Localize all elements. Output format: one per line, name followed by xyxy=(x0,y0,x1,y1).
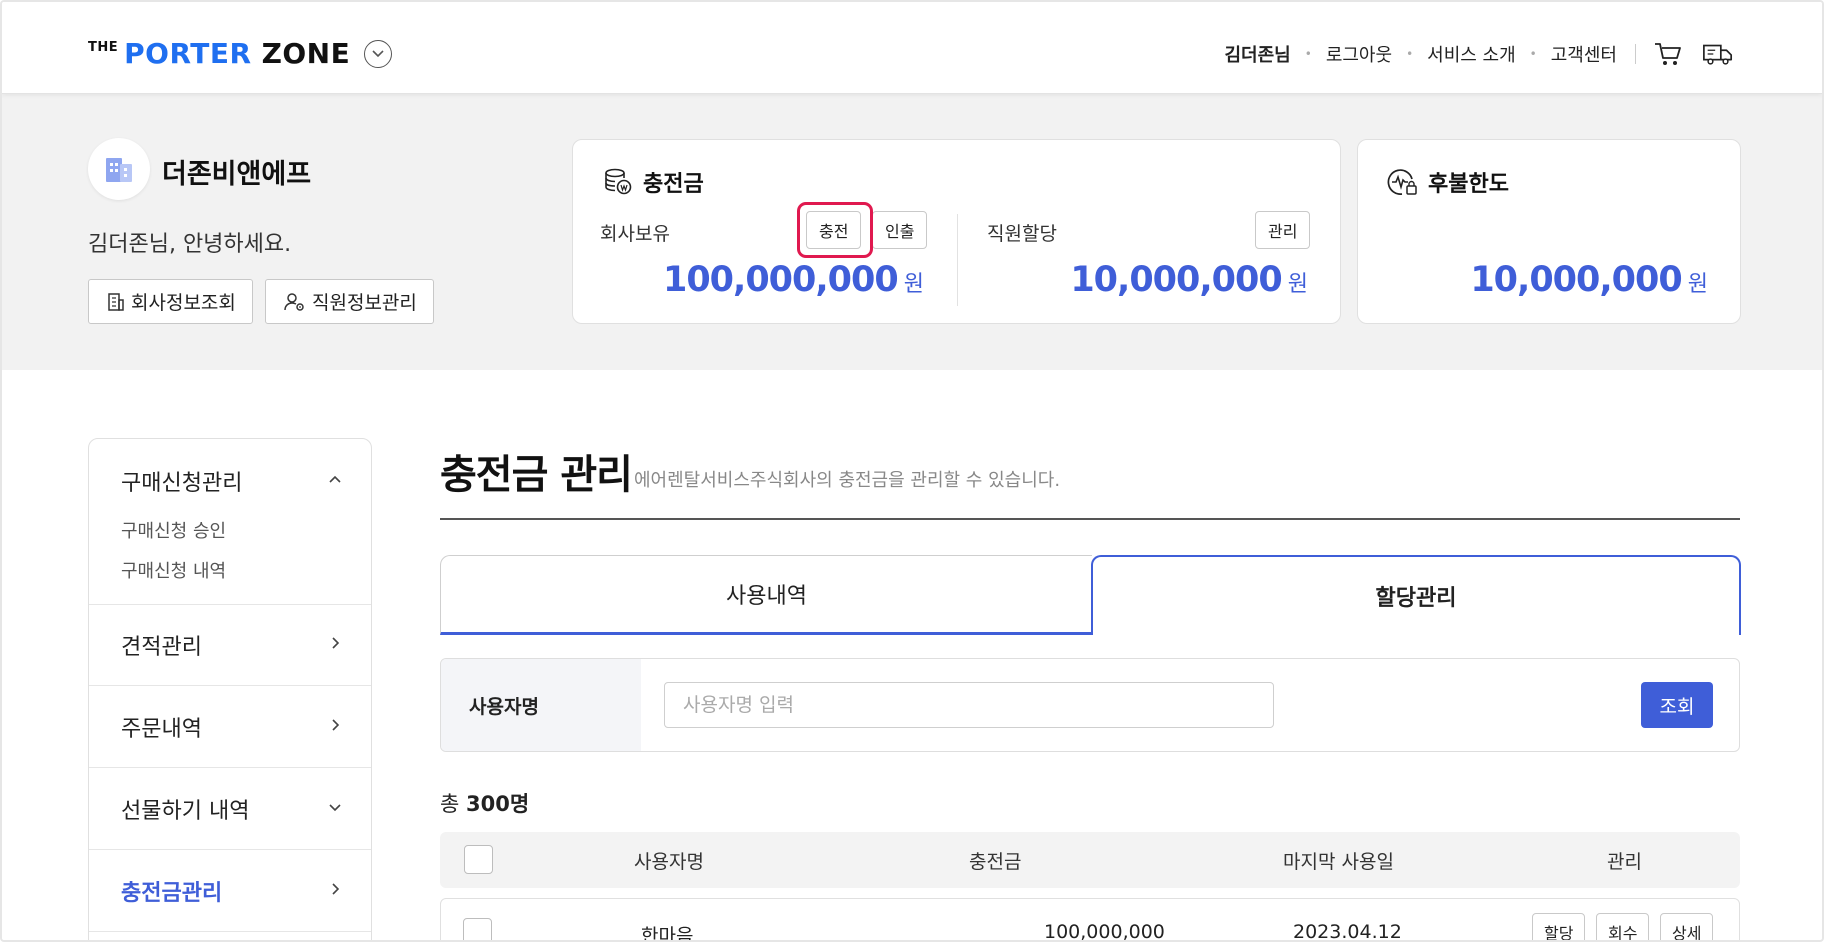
company-amount: 100,000,000 원 xyxy=(663,260,924,300)
table-row: 한마음 100,000,000 2023.04.12 할당 회수 상세 xyxy=(440,898,1740,942)
sidebar-divider xyxy=(89,685,371,686)
card-divider xyxy=(957,214,958,306)
sidebar-subitem-history[interactable]: 구매신청 내역 xyxy=(121,557,226,583)
chevron-down-icon[interactable] xyxy=(364,40,392,68)
highlight-marker xyxy=(797,202,873,258)
coins-icon xyxy=(605,168,632,195)
nav-dot-separator: • xyxy=(1529,47,1537,61)
currency-unit: 원 xyxy=(1687,272,1708,297)
postpay-title-text: 후불한도 xyxy=(1428,172,1509,197)
employee-info-button[interactable]: 직원정보관리 xyxy=(265,279,434,324)
column-header-username: 사용자명 xyxy=(634,850,704,873)
credit-limit-icon xyxy=(1387,169,1417,195)
chevron-right-icon[interactable] xyxy=(327,635,343,651)
total-prefix: 총 xyxy=(440,792,460,816)
charge-card-title: 충전금 xyxy=(603,166,704,198)
company-info-label: 회사정보조회 xyxy=(131,292,236,314)
column-header-manage: 관리 xyxy=(1607,850,1642,873)
row-username: 한마음 xyxy=(641,925,694,942)
cart-icon[interactable] xyxy=(1652,38,1684,70)
employee-allocation-label: 직원할당 xyxy=(987,223,1057,245)
search-label: 사용자명 xyxy=(441,659,641,751)
chevron-down-icon[interactable] xyxy=(327,799,343,815)
building-icon xyxy=(88,138,150,200)
sidebar-divider xyxy=(89,604,371,605)
postpay-amount-value: 10,000,000 xyxy=(1470,260,1682,300)
row-amount: 100,000,000 xyxy=(1044,921,1165,942)
company-info-button[interactable]: 회사정보조회 xyxy=(88,279,253,324)
nav-divider xyxy=(1635,44,1636,64)
postpay-card-title: 후불한도 xyxy=(1386,166,1509,198)
employee-amount-value: 10,000,000 xyxy=(1070,260,1282,300)
total-count-value: 300명 xyxy=(466,792,530,816)
page-description: 에어렌탈서비스주식회사의 충전금을 관리할 수 있습니다. xyxy=(634,470,1061,491)
user-name[interactable]: 김더존님 xyxy=(1224,41,1290,67)
detail-button[interactable]: 상세 xyxy=(1660,913,1714,940)
title-divider xyxy=(440,518,1740,520)
reclaim-button[interactable]: 회수 xyxy=(1596,913,1650,940)
nav-dot-separator: • xyxy=(1406,47,1414,61)
delivery-truck-icon[interactable] xyxy=(1702,38,1734,70)
greeting-text: 김더존님, 안녕하세요. xyxy=(88,232,292,257)
manage-allocation-button[interactable]: 관리 xyxy=(1255,211,1311,249)
tab-usage-history[interactable]: 사용내역 xyxy=(440,555,1092,635)
side-menu: 구매신청관리 구매신청 승인 구매신청 내역 견적관리 주문내역 선물하기 내역… xyxy=(88,438,372,940)
nav-dot-separator: • xyxy=(1304,47,1312,61)
employee-info-label: 직원정보관리 xyxy=(312,292,417,314)
page-title: 충전금 관리 xyxy=(440,452,633,498)
username-search-input[interactable] xyxy=(664,682,1274,728)
chevron-right-icon[interactable] xyxy=(327,717,343,733)
top-header: THE PORTER ZONE 김더존님 • 로그아웃 • 서비스 소개 • 고… xyxy=(2,2,1822,94)
sidebar-item-gift-history[interactable]: 선물하기 내역 xyxy=(121,793,249,825)
logout-link[interactable]: 로그아웃 xyxy=(1326,41,1392,67)
currency-unit: 원 xyxy=(903,272,924,297)
sidebar-item-purchase-request[interactable]: 구매신청관리 xyxy=(121,465,242,497)
chevron-right-icon[interactable] xyxy=(327,881,343,897)
allocate-button[interactable]: 할당 xyxy=(1532,913,1586,940)
sidebar-divider xyxy=(89,931,371,932)
company-holding-label: 회사보유 xyxy=(600,223,670,245)
building-outline-icon xyxy=(108,292,124,311)
logo-porter: PORTER xyxy=(124,37,252,70)
sidebar-item-charge-management[interactable]: 충전금관리 xyxy=(121,875,222,907)
search-panel: 사용자명 조회 xyxy=(440,658,1740,752)
sidebar-subitem-approval[interactable]: 구매신청 승인 xyxy=(121,517,226,543)
logo[interactable]: THE PORTER ZONE xyxy=(88,36,350,72)
logo-zone: ZONE xyxy=(261,37,351,70)
column-header-amount: 충전금 xyxy=(969,850,1022,873)
sidebar-item-quotation[interactable]: 견적관리 xyxy=(121,629,202,661)
company-name: 더존비앤에프 xyxy=(162,159,312,190)
withdraw-button[interactable]: 인출 xyxy=(872,211,928,249)
sidebar-item-orders[interactable]: 주문내역 xyxy=(121,711,202,743)
service-intro-link[interactable]: 서비스 소개 xyxy=(1427,41,1516,67)
table-header: 사용자명 충전금 마지막 사용일 관리 xyxy=(440,832,1740,888)
sidebar-divider xyxy=(89,849,371,850)
postpay-amount: 10,000,000 원 xyxy=(1470,260,1708,300)
charge-title-text: 충전금 xyxy=(643,172,704,197)
user-gear-icon xyxy=(284,292,304,311)
app-window: THE PORTER ZONE 김더존님 • 로그아웃 • 서비스 소개 • 고… xyxy=(0,0,1824,942)
row-checkbox[interactable] xyxy=(463,918,492,940)
row-last-used: 2023.04.12 xyxy=(1293,921,1402,942)
column-header-last-used: 마지막 사용일 xyxy=(1283,850,1394,873)
search-button[interactable]: 조회 xyxy=(1641,682,1713,728)
top-nav: 김더존님 • 로그아웃 • 서비스 소개 • 고객센터 xyxy=(1224,38,1734,70)
chevron-up-icon[interactable] xyxy=(327,471,343,487)
select-all-checkbox[interactable] xyxy=(464,845,493,874)
currency-unit: 원 xyxy=(1287,272,1308,297)
tab-allocation-management[interactable]: 할당관리 xyxy=(1091,555,1741,635)
customer-center-link[interactable]: 고객센터 xyxy=(1551,41,1617,67)
sidebar-divider xyxy=(89,767,371,768)
total-count: 총 300명 xyxy=(440,788,529,818)
logo-the: THE xyxy=(88,40,119,55)
employee-amount: 10,000,000 원 xyxy=(1070,260,1308,300)
company-amount-value: 100,000,000 xyxy=(662,260,899,300)
